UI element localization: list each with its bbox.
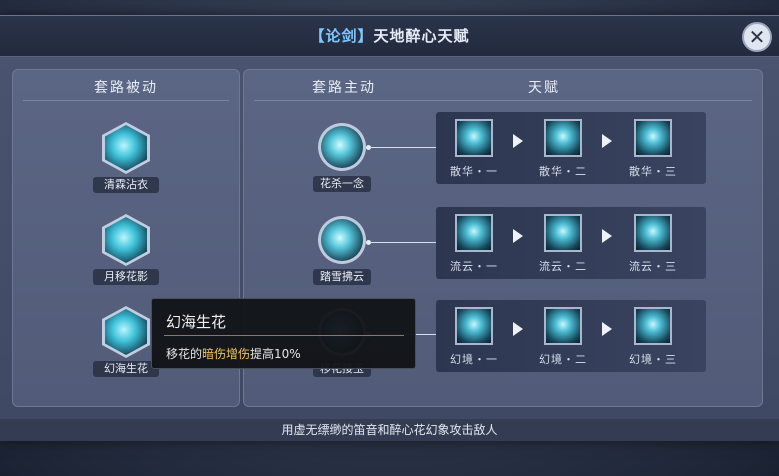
talent-icon-scatter-1[interactable] <box>455 119 493 157</box>
talent-icon-scatter-3[interactable] <box>634 119 672 157</box>
talent-label: 散华・三 <box>629 165 677 178</box>
title-tag: 【论剑】 <box>309 27 374 45</box>
talent-label: 幻境・三 <box>629 353 677 366</box>
talent-label: 幻境・二 <box>539 353 587 366</box>
talent-icon-cloud-1[interactable] <box>455 214 493 252</box>
arrow-right-icon <box>513 322 523 336</box>
skill-description-footer: 用虚无缥缈的笛音和醉心花幻象攻击敌人 <box>0 419 779 441</box>
talent-label: 幻境・一 <box>450 353 498 366</box>
talent-label: 流云・二 <box>539 260 587 273</box>
talent-icon-cloud-2[interactable] <box>544 214 582 252</box>
passive-header: 套路被动 <box>94 80 158 96</box>
passive-divider <box>23 100 229 101</box>
talent-icon-illusion-2[interactable] <box>544 307 582 345</box>
active-skill-icon-1[interactable] <box>318 123 366 171</box>
talent-icon-scatter-2[interactable] <box>544 119 582 157</box>
tooltip-title: 幻海生花 <box>166 313 227 331</box>
arrow-right-icon <box>602 229 612 243</box>
skill-tooltip: 幻海生花 移花的暗伤增伤提高10% <box>151 298 416 369</box>
talent-icon-illusion-1[interactable] <box>455 307 493 345</box>
active-skill-icon-2[interactable] <box>318 216 366 264</box>
talent-row-3: 幻境・一 幻境・二 幻境・三 <box>436 300 706 372</box>
illusion-flower-icon <box>105 309 147 355</box>
talent-window: 【论剑】天地醉心天赋 ✕ 套路被动 清霖沾衣 月移花影 幻海生花 套路主动 天赋… <box>0 15 779 441</box>
tooltip-divider <box>164 335 404 336</box>
tooltip-desc-prefix: 移花的 <box>166 347 203 361</box>
flower-strike-icon <box>321 126 363 168</box>
moon-shadow-icon <box>105 217 147 263</box>
arrow-right-icon <box>513 134 523 148</box>
active-skill-label-2: 踏雪拂云 <box>313 269 371 285</box>
passive-skill-icon-1[interactable] <box>102 122 150 174</box>
title-bar: 【论剑】天地醉心天赋 <box>0 16 779 57</box>
talent-header: 天赋 <box>528 80 560 96</box>
talent-label: 散华・一 <box>450 165 498 178</box>
window-title: 【论剑】天地醉心天赋 <box>0 16 779 56</box>
talent-row-2: 流云・一 流云・二 流云・三 <box>436 207 706 279</box>
passive-skill-icon-3[interactable] <box>102 306 150 358</box>
right-divider <box>254 100 752 101</box>
title-text: 天地醉心天赋 <box>373 27 470 45</box>
talent-label: 流云・三 <box>629 260 677 273</box>
talent-row-1: 散华・一 散华・二 散华・三 <box>436 112 706 184</box>
active-header: 套路主动 <box>312 80 376 96</box>
connector-line-1 <box>370 147 436 148</box>
snow-step-icon <box>321 219 363 261</box>
talent-icon-illusion-3[interactable] <box>634 307 672 345</box>
arrow-right-icon <box>602 134 612 148</box>
passive-skill-icon-2[interactable] <box>102 214 150 266</box>
water-splash-icon <box>105 125 147 171</box>
arrow-right-icon <box>602 322 612 336</box>
close-icon: ✕ <box>748 25 766 49</box>
talent-label: 流云・一 <box>450 260 498 273</box>
tooltip-description: 移花的暗伤增伤提高10% <box>166 345 301 362</box>
connector-line-2 <box>370 242 436 243</box>
talent-icon-cloud-3[interactable] <box>634 214 672 252</box>
passive-skill-label-2: 月移花影 <box>93 269 159 285</box>
active-skill-label-1: 花杀一念 <box>313 176 371 192</box>
passive-skill-label-3: 幻海生花 <box>93 361 159 377</box>
close-button[interactable]: ✕ <box>742 22 772 52</box>
arrow-right-icon <box>513 229 523 243</box>
tooltip-desc-suffix: 提高10% <box>250 347 301 361</box>
talent-label: 散华・二 <box>539 165 587 178</box>
passive-skill-label-1: 清霖沾衣 <box>93 177 159 193</box>
tooltip-desc-highlight: 暗伤增伤 <box>202 347 251 361</box>
